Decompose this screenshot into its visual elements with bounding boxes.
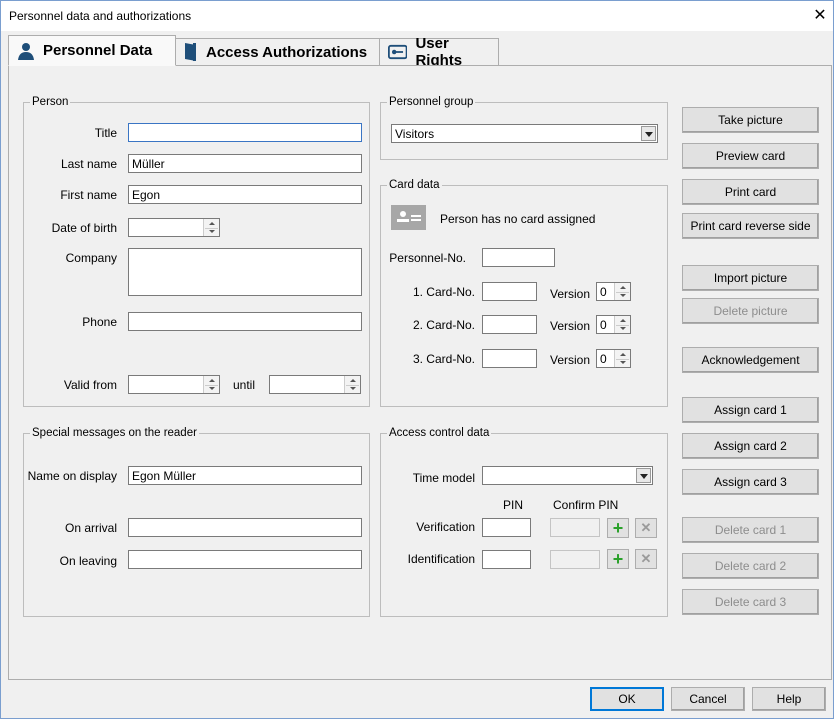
verification-pin-input[interactable] (482, 518, 531, 537)
dob-spinner[interactable] (203, 219, 219, 236)
delete-card-3-button[interactable]: Delete card 3 (682, 589, 819, 615)
dob-label: Date of birth (51, 221, 117, 235)
help-button[interactable]: Help (752, 687, 826, 711)
add-verification-button[interactable]: + (607, 518, 629, 538)
card-status-text: Person has no card assigned (440, 212, 596, 226)
spinner-arrows[interactable] (614, 350, 630, 367)
version-1-spinner[interactable]: 0 (596, 282, 631, 301)
until-input[interactable] (269, 375, 361, 394)
version-3-spinner[interactable]: 0 (596, 349, 631, 368)
valid-from-label: Valid from (63, 378, 117, 392)
title-label: Title (94, 126, 117, 140)
version-label: Version (550, 353, 591, 367)
company-label: Company (65, 251, 117, 265)
selected-value: Visitors (395, 127, 435, 141)
import-picture-button[interactable]: Import picture (682, 265, 819, 291)
tab-label: Personnel Data (43, 42, 153, 59)
card-no-2-input[interactable] (482, 315, 537, 334)
tab-label: User Rights (415, 35, 463, 69)
delete-card-2-button[interactable]: Delete card 2 (682, 553, 819, 579)
time-model-select[interactable] (482, 466, 653, 485)
confirm-pin-header: Confirm PIN (553, 498, 619, 512)
name-on-display-input[interactable]: Egon Müller (128, 466, 362, 485)
personnel-no-input[interactable] (482, 248, 555, 267)
delete-card-1-button[interactable]: Delete card 1 (682, 517, 819, 543)
print-card-button[interactable]: Print card (682, 179, 819, 205)
chevron-down-icon[interactable] (641, 126, 656, 141)
dob-input[interactable] (128, 218, 220, 237)
personnel-no-label: Personnel-No. (389, 251, 466, 265)
spinner-arrows[interactable] (614, 283, 630, 300)
group-legend: Person (32, 96, 69, 108)
verification-label: Verification (416, 520, 475, 534)
personnel-group-select[interactable]: Visitors (391, 124, 658, 143)
ok-button[interactable]: OK (590, 687, 664, 711)
first-name-input[interactable]: Egon (128, 185, 362, 204)
acknowledgement-button[interactable]: Acknowledgement (682, 347, 819, 373)
card-no-label: 1. Card-No. (412, 285, 475, 299)
phone-label: Phone (82, 315, 117, 329)
until-spinner[interactable] (344, 376, 360, 393)
person-icon (18, 42, 34, 60)
window-title: Personnel data and authorizations (9, 9, 192, 23)
id-card-icon (391, 205, 426, 230)
title-bar: Personnel data and authorizations ✕ (0, 0, 834, 31)
add-identification-button[interactable]: + (607, 549, 629, 569)
card-no-3-input[interactable] (482, 349, 537, 368)
until-label: until (233, 378, 256, 392)
tab-access-authorizations[interactable]: Access Authorizations (175, 38, 380, 65)
last-name-input[interactable]: Müller (128, 154, 362, 173)
title-input[interactable] (128, 123, 362, 142)
tab-user-rights[interactable]: User Rights (379, 35, 499, 69)
cancel-button[interactable]: Cancel (671, 687, 745, 711)
group-legend: Special messages on the reader (32, 427, 197, 439)
version-label: Version (550, 319, 591, 333)
door-icon (185, 43, 196, 61)
group-legend: Personnel group (389, 96, 474, 108)
version-value: 0 (600, 352, 607, 366)
delete-picture-button[interactable]: Delete picture (682, 298, 819, 324)
version-value: 0 (600, 318, 607, 332)
group-legend: Access control data (389, 427, 490, 439)
assign-card-1-button[interactable]: Assign card 1 (682, 397, 819, 423)
identification-confirm-pin-input[interactable] (550, 550, 600, 569)
identification-pin-input[interactable] (482, 550, 531, 569)
time-model-label: Time model (412, 471, 475, 485)
version-value: 0 (600, 285, 607, 299)
verification-confirm-pin-input[interactable] (550, 518, 600, 537)
remove-verification-button[interactable]: ✕ (635, 518, 657, 538)
spinner-arrows[interactable] (614, 316, 630, 333)
tab-personnel-data[interactable]: Personnel Data (8, 35, 176, 66)
on-leaving-label: On leaving (59, 554, 117, 568)
first-name-label: First name (60, 188, 117, 202)
remove-identification-button[interactable]: ✕ (635, 549, 657, 569)
company-textarea[interactable] (128, 248, 362, 296)
phone-input[interactable] (128, 312, 362, 331)
name-on-display-label: Name on display (27, 469, 117, 483)
card-no-label: 2. Card-No. (412, 318, 475, 332)
version-label: Version (550, 287, 591, 301)
on-leaving-input[interactable] (128, 550, 362, 569)
last-name-label: Last name (60, 157, 117, 171)
print-card-reverse-side-button[interactable]: Print card reverse side (682, 213, 819, 239)
on-arrival-input[interactable] (128, 518, 362, 537)
on-arrival-label: On arrival (64, 521, 117, 535)
valid-from-spinner[interactable] (203, 376, 219, 393)
card-no-label: 3. Card-No. (412, 352, 475, 366)
chevron-down-icon[interactable] (636, 468, 651, 483)
tab-label: Access Authorizations (206, 43, 368, 61)
assign-card-3-button[interactable]: Assign card 3 (682, 469, 819, 495)
key-card-icon (388, 44, 408, 60)
preview-card-button[interactable]: Preview card (682, 143, 819, 169)
valid-from-input[interactable] (128, 375, 220, 394)
identification-label: Identification (407, 552, 475, 566)
card-no-1-input[interactable] (482, 282, 537, 301)
pin-header: PIN (503, 498, 524, 512)
group-legend: Card data (389, 179, 440, 191)
take-picture-button[interactable]: Take picture (682, 107, 819, 133)
assign-card-2-button[interactable]: Assign card 2 (682, 433, 819, 459)
version-2-spinner[interactable]: 0 (596, 315, 631, 334)
close-button[interactable]: ✕ (809, 5, 831, 27)
